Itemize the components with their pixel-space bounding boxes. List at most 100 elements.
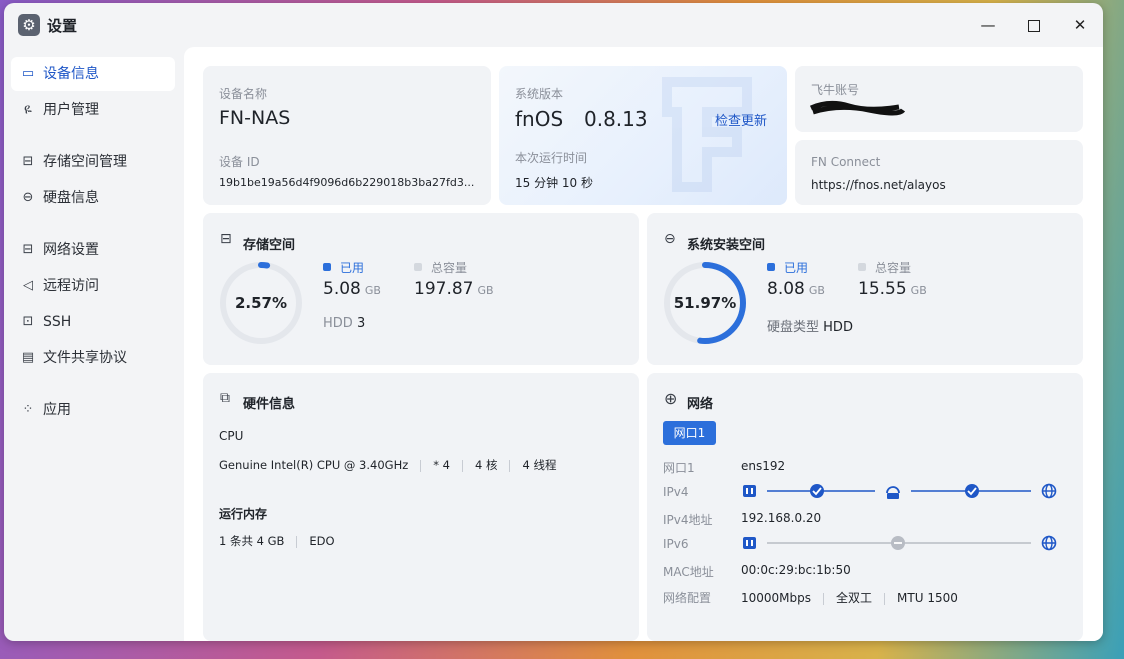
ipv4-label: IPv4 [663, 485, 689, 499]
hardware-title: 硬件信息 [243, 397, 296, 412]
sidebar-item-file-sharing[interactable]: ▤ 文件共享协议 [11, 341, 175, 375]
check-update-link[interactable]: 检查更新 [715, 110, 767, 129]
window-title: 设置 [47, 17, 78, 35]
version-number: 0.8.13 [584, 107, 648, 131]
sys-total-unit: GB [910, 284, 927, 297]
sys-used-number: 8.08 [767, 279, 805, 299]
sidebar-item-remote-access[interactable]: ◁ 远程访问 [11, 269, 175, 303]
redacted-account-scribble [809, 100, 905, 116]
sidebar-item-storage-management[interactable]: ⊟ 存储空间管理 [11, 145, 175, 179]
network-title: 网络 [687, 397, 714, 412]
sidebar-item-network-settings[interactable]: ⊟ 网络设置 [11, 233, 175, 267]
disk-count-number: 3 [356, 316, 366, 331]
used-unit: GB [364, 284, 381, 297]
separator [884, 592, 886, 605]
separator [296, 535, 298, 548]
disk-icon: ⊖ [22, 190, 34, 205]
network-card: ⊕ 网络 网口1 网口1 ens192 IPv4 IPv4地址 192.168.… [647, 373, 1083, 641]
cpu-label: CPU [219, 429, 244, 443]
account-label: 飞牛账号 [811, 83, 860, 97]
storage-percent: 2.57% [234, 294, 288, 312]
memory-details: 1 条共 4 GB EDO [219, 533, 335, 549]
cpu-count: * 4 [433, 458, 450, 472]
system-disk-icon: ⊖ [664, 231, 676, 247]
settings-gear-icon: ⚙ [18, 14, 40, 36]
sys-disk-type-label: 硬盘类型 [767, 320, 820, 335]
storage-card: ⊟ 存储空间 2.57% 已用 5.08 GB 总容量 197.87 GB HDD … [203, 213, 639, 365]
sidebar-item-label: 用户管理 [43, 102, 99, 118]
cpu-details: Genuine Intel(R) CPU @ 3.40GHz * 4 4 核 4 线程 [219, 457, 556, 473]
system-space-title: 系统安装空间 [687, 238, 766, 253]
sidebar: ▭ 设备信息 ዬ 用户管理 ⊟ 存储空间管理 ⊖ 硬盘信息 ⊟ 网络设置 ◁ 远… [4, 47, 182, 641]
system-percent: 51.97% [673, 294, 737, 312]
link-speed: 10000Mbps [741, 591, 812, 605]
nic-icon [743, 485, 756, 497]
globe-icon: ⊕ [664, 389, 678, 408]
fn-connect-label: FN Connect [811, 155, 881, 169]
system-space-card: ⊖ 系统安装空间 51.97% 已用 8.08 GB 总容量 15.55 GB 硬盘… [647, 213, 1083, 365]
sidebar-item-ssh[interactable]: ⊡ SSH [11, 305, 175, 339]
duplex-mode: 全双工 [836, 591, 873, 605]
disk-count: HDD 3 [323, 316, 365, 331]
total-legend-dot [414, 263, 422, 271]
device-id-label: 设备 ID [219, 155, 260, 169]
sys-used-legend-dot [767, 263, 775, 271]
maximize-icon [1028, 19, 1040, 32]
network-icon: ⊟ [22, 242, 34, 257]
monitor-icon: ▭ [21, 66, 35, 81]
fn-connect-url[interactable]: https://fnos.net/alayos [811, 178, 946, 192]
uptime-label: 本次运行时间 [515, 151, 588, 165]
net-config: 10000Mbps 全双工 MTU 1500 [741, 589, 958, 606]
used-number: 5.08 [323, 279, 361, 299]
sys-total-label: 总容量 [875, 261, 912, 275]
sidebar-item-user-management[interactable]: ዬ 用户管理 [11, 93, 175, 127]
sidebar-item-disk-info[interactable]: ⊖ 硬盘信息 [11, 181, 175, 215]
sidebar-item-label: 远程访问 [43, 278, 99, 294]
port-value: ens192 [741, 459, 786, 473]
sys-total-number: 15.55 [858, 279, 907, 299]
mac-label: MAC地址 [663, 565, 714, 579]
terminal-icon: ⊡ [22, 314, 34, 329]
version-card: 系统版本 fnOS 0.8.13 检查更新 本次运行时间 15 分钟 10 秒 [499, 66, 787, 205]
os-name: fnOS [515, 107, 564, 131]
nic-icon [743, 537, 756, 549]
sidebar-item-label: 文件共享协议 [43, 350, 127, 366]
storage-icon: ⊟ [22, 154, 34, 169]
mac-address: 00:0c:29:bc:1b:50 [741, 563, 851, 577]
sidebar-item-label: SSH [43, 314, 72, 330]
fnos-watermark-logo [662, 77, 752, 192]
maximize-button[interactable] [1016, 11, 1052, 39]
used-legend-dot [323, 263, 331, 271]
storage-icon: ⊟ [220, 231, 232, 247]
cpu-threads: 4 线程 [522, 458, 557, 472]
router-icon [886, 486, 900, 494]
cpu-cores: 4 核 [475, 458, 498, 472]
hardware-icon: ⧉ [220, 390, 230, 406]
disk-type: HDD [323, 316, 353, 331]
sidebar-item-label: 硬盘信息 [43, 190, 99, 206]
sys-used-value: 8.08 GB [767, 279, 825, 299]
minimize-button[interactable]: — [970, 11, 1006, 39]
device-card: 设备名称 FN-NAS 设备 ID 19b1be19a56d4f9096d6b2… [203, 66, 491, 205]
hardware-card: ⧉ 硬件信息 CPU Genuine Intel(R) CPU @ 3.40GH… [203, 373, 639, 641]
sys-disk-type-value: HDD [823, 320, 853, 335]
sidebar-item-label: 应用 [43, 402, 71, 418]
net-config-label: 网络配置 [663, 591, 712, 605]
device-name: FN-NAS [219, 107, 291, 129]
title-bar: ⚙ 设置 — ✕ [4, 3, 1103, 47]
fn-connect-card: FN Connect https://fnos.net/alayos [795, 140, 1083, 205]
sidebar-item-device-info[interactable]: ▭ 设备信息 [11, 57, 175, 91]
sys-total-legend-dot [858, 263, 866, 271]
port-label: 网口1 [663, 461, 695, 475]
cpu-model: Genuine Intel(R) CPU @ 3.40GHz [219, 458, 409, 472]
ipv4-address: 192.168.0.20 [741, 511, 822, 525]
sidebar-item-apps[interactable]: ⁘ 应用 [11, 393, 175, 427]
close-button[interactable]: ✕ [1062, 11, 1098, 39]
settings-window: ⚙ 设置 — ✕ ▭ 设备信息 ዬ 用户管理 ⊟ 存储空间管理 ⊖ 硬盘信息 ⊟… [4, 3, 1103, 641]
file-icon: ▤ [21, 350, 35, 365]
check-icon [810, 484, 824, 498]
apps-icon: ⁘ [22, 402, 34, 417]
separator [462, 459, 463, 472]
device-name-label: 设备名称 [219, 87, 268, 101]
tab-port-1[interactable]: 网口1 [663, 421, 716, 445]
